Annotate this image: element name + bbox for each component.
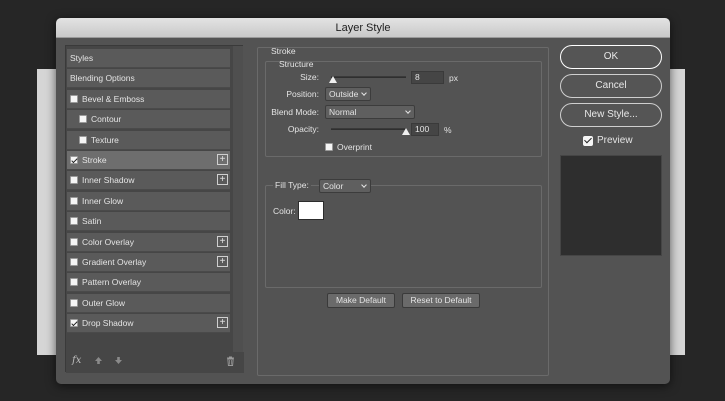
- style-item-label: Gradient Overlay: [82, 257, 147, 267]
- dialog-title: Layer Style: [56, 18, 670, 38]
- add-effect-icon[interactable]: +: [217, 235, 228, 247]
- style-item-pattern-overlay[interactable]: Pattern Overlay: [67, 273, 230, 293]
- preview-thumbnail: [560, 155, 662, 256]
- color-swatch[interactable]: [298, 201, 324, 220]
- position-select[interactable]: Outside: [325, 87, 371, 101]
- overprint-checkbox[interactable]: [325, 143, 333, 151]
- style-item-outer-glow[interactable]: Outer Glow: [67, 293, 230, 313]
- add-effect-icon[interactable]: +: [217, 154, 228, 165]
- chevron-down-icon: [361, 182, 367, 188]
- chevron-down-icon: [361, 90, 367, 96]
- style-checkbox[interactable]: [70, 237, 78, 246]
- fx-icon[interactable]: fx: [72, 355, 81, 366]
- opacity-slider[interactable]: [331, 128, 406, 130]
- style-item-bevel-emboss[interactable]: Bevel & Emboss: [67, 89, 230, 109]
- opacity-input[interactable]: 100: [411, 123, 439, 136]
- preview-checkbox[interactable]: [583, 136, 593, 146]
- style-item-inner-shadow[interactable]: Inner Shadow +: [67, 171, 230, 191]
- blend-mode-select-value: Normal: [329, 107, 357, 117]
- position-select-value: Outside: [329, 89, 359, 99]
- style-checkbox[interactable]: [70, 156, 78, 164]
- size-input[interactable]: 8: [411, 71, 444, 84]
- styles-footer: fx: [66, 352, 244, 373]
- style-item-blending-options[interactable]: Blending Options: [67, 69, 230, 89]
- size-label: Size:: [300, 72, 319, 82]
- style-checkbox[interactable]: [70, 258, 78, 266]
- add-effect-icon[interactable]: +: [217, 256, 228, 267]
- style-item-label: Blending Options: [70, 73, 135, 84]
- add-effect-icon[interactable]: +: [217, 174, 228, 186]
- style-item-label: Pattern Overlay: [82, 277, 142, 288]
- position-label: Position:: [286, 89, 319, 99]
- fill-type-select[interactable]: Color: [319, 179, 371, 193]
- size-unit: px: [449, 73, 458, 83]
- opacity-slider-thumb[interactable]: [402, 128, 410, 135]
- style-checkbox[interactable]: [70, 176, 78, 185]
- color-label: Color:: [273, 206, 296, 216]
- style-item-label: Texture: [91, 134, 119, 145]
- fill-type-select-value: Color: [323, 181, 344, 191]
- ok-button[interactable]: OK: [560, 45, 662, 69]
- trash-icon[interactable]: [226, 356, 235, 369]
- style-item-label: Color Overlay: [82, 236, 134, 247]
- style-item-label: Styles: [70, 53, 94, 63]
- styles-scrollbar[interactable]: [233, 46, 243, 352]
- fill-group: Fill Type: Color Color:: [265, 179, 542, 288]
- style-item-label: Satin: [82, 216, 102, 227]
- stroke-settings-panel: Stroke Structure Size: 8 px Position: Ou…: [257, 46, 549, 376]
- style-checkbox[interactable]: [70, 217, 78, 226]
- move-down-icon[interactable]: [114, 356, 123, 368]
- stroke-section-title: Stroke: [271, 46, 296, 56]
- style-item-label: Stroke: [82, 155, 107, 165]
- style-item-gradient-overlay[interactable]: Gradient Overlay +: [67, 253, 230, 272]
- cancel-button[interactable]: Cancel: [560, 74, 662, 98]
- make-default-button[interactable]: Make Default: [327, 293, 395, 308]
- style-checkbox[interactable]: [79, 115, 87, 124]
- style-checkbox[interactable]: [70, 319, 78, 328]
- style-checkbox[interactable]: [79, 135, 87, 144]
- opacity-unit: %: [444, 125, 452, 135]
- style-checkbox[interactable]: [70, 298, 78, 307]
- preview-label: Preview: [597, 135, 633, 146]
- style-item-label: Inner Glow: [82, 195, 124, 206]
- new-style-button[interactable]: New Style...: [560, 103, 662, 127]
- style-item-label: Outer Glow: [82, 297, 125, 308]
- style-item-contour[interactable]: Contour: [67, 110, 230, 130]
- add-effect-icon[interactable]: +: [217, 317, 228, 329]
- style-item-label: Drop Shadow: [82, 318, 134, 329]
- opacity-label: Opacity:: [287, 124, 319, 134]
- styles-panel: Styles Blending Options Bevel & Emboss Cont…: [65, 45, 244, 373]
- structure-group: Structure Size: 8 px Position: Outside B…: [265, 59, 542, 157]
- style-checkbox[interactable]: [70, 94, 78, 103]
- style-checkbox[interactable]: [70, 196, 78, 205]
- style-item-satin[interactable]: Satin: [67, 212, 230, 232]
- style-item-drop-shadow[interactable]: Drop Shadow +: [67, 314, 230, 334]
- size-slider[interactable]: [331, 76, 406, 78]
- overprint-label: Overprint: [337, 142, 372, 152]
- move-up-icon[interactable]: [94, 356, 103, 368]
- style-item-texture[interactable]: Texture: [67, 130, 230, 150]
- style-item-color-overlay[interactable]: Color Overlay +: [67, 232, 230, 252]
- style-checkbox[interactable]: [70, 278, 78, 287]
- style-item-label: Inner Shadow: [82, 175, 135, 186]
- style-item-styles[interactable]: Styles: [67, 49, 230, 68]
- chevron-down-icon: [405, 108, 411, 114]
- reset-to-default-button[interactable]: Reset to Default: [402, 293, 480, 308]
- style-item-inner-glow[interactable]: Inner Glow: [67, 191, 230, 211]
- size-slider-thumb[interactable]: [329, 76, 337, 83]
- blend-mode-select[interactable]: Normal: [325, 105, 415, 119]
- blend-mode-label: Blend Mode:: [271, 107, 319, 117]
- fill-type-label: Fill Type:: [273, 180, 311, 190]
- style-item-label: Bevel & Emboss: [82, 93, 145, 104]
- structure-title: Structure: [279, 59, 314, 69]
- layer-style-dialog: Layer Style Styles Blending Options Bevel …: [56, 18, 670, 384]
- style-item-label: Contour: [91, 114, 122, 125]
- style-item-stroke[interactable]: Stroke +: [67, 151, 230, 170]
